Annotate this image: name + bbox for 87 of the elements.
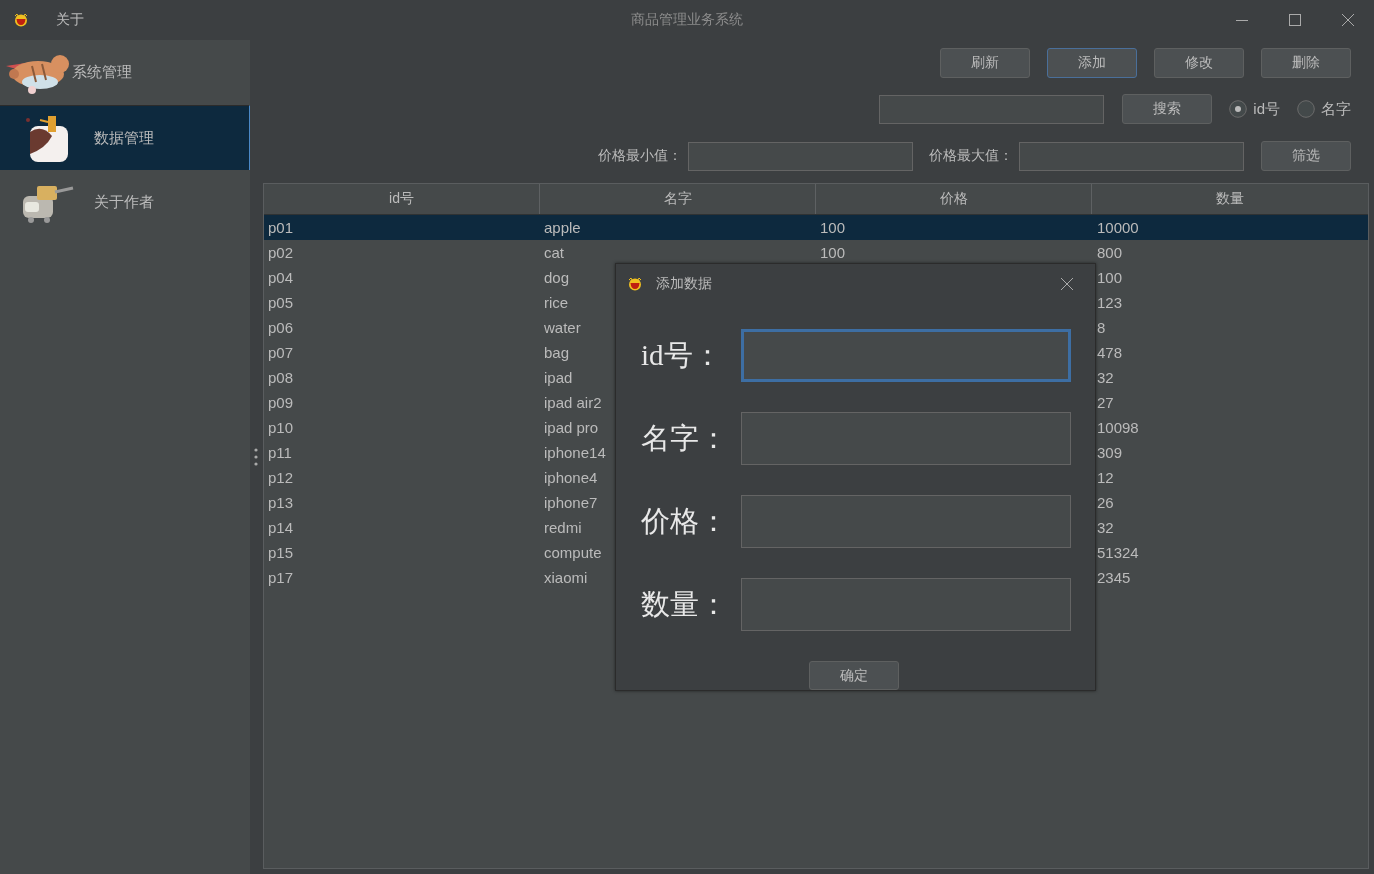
sidebar-item[interactable]: 数据管理	[0, 105, 250, 170]
table-cell[interactable]: p11	[264, 444, 292, 461]
table-cell[interactable]: p14	[264, 519, 294, 536]
table-cell[interactable]: compute	[540, 544, 602, 561]
table-cell[interactable]: p13	[264, 494, 294, 511]
field-label: id号：	[640, 337, 723, 373]
column-header[interactable]: 数量	[1092, 184, 1368, 214]
table-cell[interactable]: 478	[1092, 344, 1123, 361]
radio-label: 名字	[1321, 99, 1351, 119]
table-cell[interactable]: 8	[1092, 319, 1106, 336]
close-icon[interactable]	[1061, 278, 1073, 290]
column-header[interactable]: 价格	[816, 184, 1092, 214]
table-cell[interactable]: 100	[1092, 269, 1123, 286]
table-cell[interactable]: dog	[540, 269, 570, 286]
min-price-label: 价格最小值：	[598, 147, 682, 165]
table-cell[interactable]: xiaomi	[540, 569, 588, 586]
table-cell[interactable]: 12	[1092, 469, 1114, 486]
table-cell[interactable]: p01	[264, 219, 294, 236]
field-label: 价格：	[640, 503, 729, 539]
app-icon	[628, 277, 642, 291]
table-cell[interactable]: p09	[264, 394, 294, 411]
table-cell[interactable]: iphone4	[540, 469, 598, 486]
table-cell[interactable]: p07	[264, 344, 294, 361]
table-cell[interactable]: iphone14	[540, 444, 606, 461]
table-cell[interactable]: 100	[816, 244, 846, 261]
min-price-field[interactable]	[688, 141, 913, 171]
confirm-button[interactable]: 确定	[809, 661, 899, 690]
table-cell[interactable]: bag	[540, 344, 570, 361]
field-label: 数量：	[640, 586, 729, 622]
table-cell[interactable]: p08	[264, 369, 294, 386]
toolbar-button[interactable]: 修改	[1154, 48, 1244, 78]
table-cell[interactable]: 51324	[1092, 544, 1139, 561]
input-field[interactable]	[741, 578, 1071, 631]
dialog-title: 添加数据	[656, 275, 712, 293]
table-cell[interactable]: iphone7	[540, 494, 598, 511]
sidebar-item[interactable]: 关于作者	[0, 170, 250, 235]
table-cell[interactable]: 100	[816, 219, 846, 236]
window-title: 商品管理业务系统	[631, 11, 743, 29]
table-cell[interactable]: p05	[264, 294, 294, 311]
max-price-label: 价格最大值：	[929, 147, 1013, 165]
menu-item[interactable]: 关于	[52, 9, 88, 31]
toolbar-button[interactable]: 刷新	[940, 48, 1030, 78]
table-cell[interactable]: p10	[264, 419, 294, 436]
table-cell[interactable]: cat	[540, 244, 564, 261]
column-header[interactable]: 名字	[540, 184, 816, 214]
input-field[interactable]	[741, 495, 1071, 548]
table-cell[interactable]: ipad pro	[540, 419, 599, 436]
table-cell[interactable]: 10000	[1092, 219, 1139, 236]
input-field[interactable]	[741, 329, 1071, 382]
toolbar-button[interactable]: 添加	[1047, 48, 1137, 78]
filter-button[interactable]: 筛选	[1261, 141, 1351, 171]
table-cell[interactable]: 2345	[1092, 569, 1131, 586]
table-cell[interactable]: 26	[1092, 494, 1114, 511]
search-button[interactable]: 搜索	[1122, 94, 1213, 124]
table-cell[interactable]: 27	[1092, 394, 1114, 411]
column-header[interactable]: id号	[264, 184, 540, 214]
app-icon	[14, 13, 28, 27]
radio-label: id号	[1253, 99, 1280, 119]
maximize-icon[interactable]	[1289, 14, 1301, 26]
table-cell[interactable]: redmi	[540, 519, 582, 536]
table-cell[interactable]: 800	[1092, 244, 1123, 261]
table-cell[interactable]: apple	[540, 219, 581, 236]
table-cell[interactable]: p15	[264, 544, 294, 561]
table-cell[interactable]: 309	[1092, 444, 1123, 461]
close-icon[interactable]	[1342, 14, 1354, 26]
max-price-field[interactable]	[1019, 141, 1244, 171]
table-cell[interactable]: 123	[1092, 294, 1123, 311]
toolbar-button[interactable]: 删除	[1261, 48, 1351, 78]
table-cell[interactable]: ipad	[540, 369, 573, 386]
table-cell[interactable]: p02	[264, 244, 294, 261]
table-cell[interactable]: p04	[264, 269, 294, 286]
table-cell[interactable]: rice	[540, 294, 569, 311]
radio-button[interactable]	[1229, 100, 1248, 118]
table-cell[interactable]: 32	[1092, 519, 1114, 536]
table-cell[interactable]: ipad air2	[540, 394, 602, 411]
table-cell[interactable]: p17	[264, 569, 294, 586]
input-field[interactable]	[741, 412, 1071, 465]
splitter-handle-icon[interactable]	[253, 448, 258, 466]
table-cell[interactable]: 32	[1092, 369, 1114, 386]
table-cell[interactable]: water	[540, 319, 581, 336]
table-cell[interactable]: p06	[264, 319, 294, 336]
table-cell[interactable]: 10098	[1092, 419, 1139, 436]
search-field[interactable]	[879, 94, 1105, 124]
sidebar-item[interactable]: 系统管理	[0, 40, 250, 105]
table-cell[interactable]: p12	[264, 469, 294, 486]
radio-button[interactable]	[1297, 100, 1315, 118]
field-label: 名字：	[640, 420, 729, 456]
